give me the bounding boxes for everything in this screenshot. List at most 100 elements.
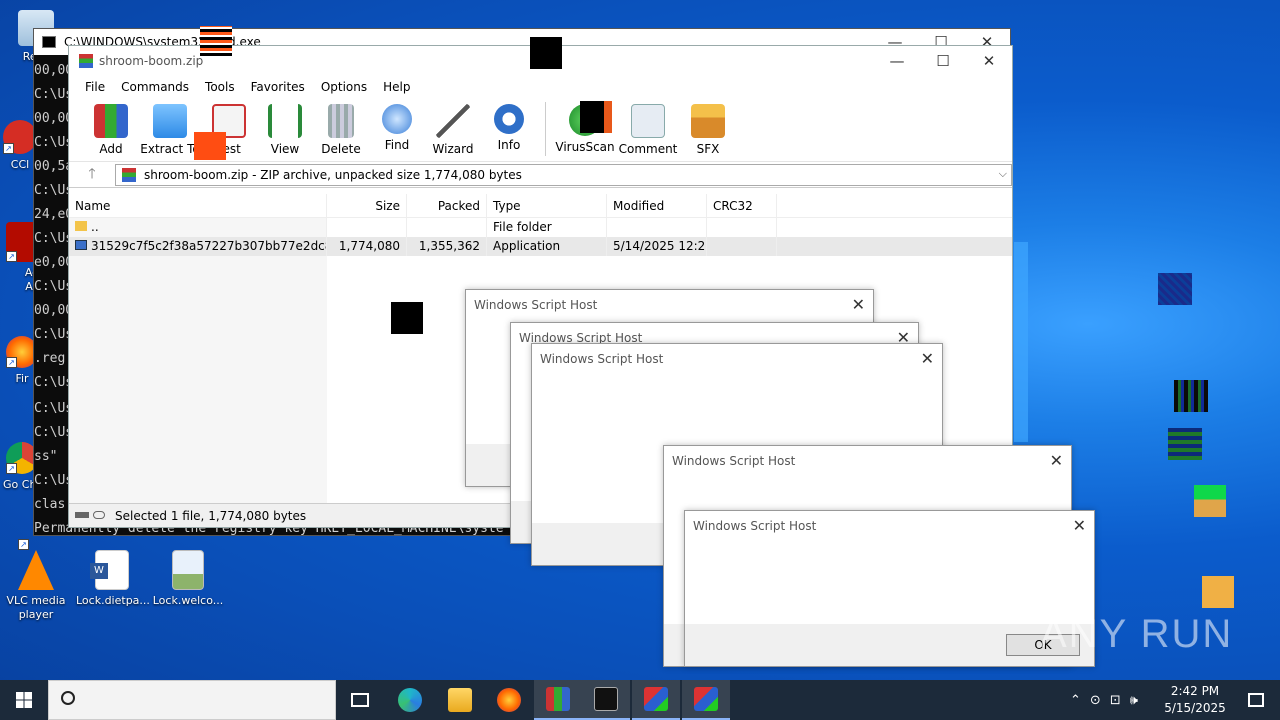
zip-icon xyxy=(122,167,136,182)
row-size: 1,774,080 xyxy=(327,237,407,256)
up-arrow-icon[interactable]: 🡑 xyxy=(69,163,115,187)
dialog-title: Windows Script Host xyxy=(672,454,796,468)
taskbar-file-explorer[interactable] xyxy=(436,680,484,720)
taskbar-cmd[interactable] xyxy=(582,680,630,720)
notifications-button[interactable] xyxy=(1232,680,1280,720)
add-archive-icon xyxy=(94,104,128,138)
network-icon[interactable]: ⊡ xyxy=(1110,693,1121,708)
taskbar-edge[interactable] xyxy=(386,680,434,720)
maximize-button[interactable]: ☐ xyxy=(920,46,966,76)
comment-bubble-icon xyxy=(631,104,665,138)
cmd-output-line: .reg xyxy=(34,351,66,366)
column-name[interactable]: Name xyxy=(69,194,327,217)
wallpaper-highlight xyxy=(1014,242,1028,442)
cmd-output-line: e0,00 xyxy=(34,255,68,270)
taskbar-script-host[interactable] xyxy=(632,680,680,720)
taskbar-firefox[interactable] xyxy=(485,680,533,720)
cmd-output-line: C:\Us xyxy=(34,87,68,102)
column-size[interactable]: Size xyxy=(327,194,407,217)
minimize-button[interactable]: — xyxy=(874,46,920,76)
sfx-box-icon xyxy=(691,104,725,138)
volume-icon[interactable]: 🕪 xyxy=(1130,693,1138,708)
column-crc32[interactable]: CRC32 xyxy=(707,194,777,217)
cmd-icon xyxy=(42,36,56,48)
comment-button[interactable]: Comment xyxy=(616,98,680,156)
winrar-window-controls: — ☐ ✕ xyxy=(874,46,1012,76)
view-button[interactable]: View xyxy=(257,98,313,156)
menu-favorites[interactable]: Favorites xyxy=(243,80,313,94)
info-button[interactable]: Info xyxy=(481,98,537,152)
desktop-icon-label: Lock.dietpa... xyxy=(76,594,150,607)
column-packed[interactable]: Packed xyxy=(407,194,487,217)
extract-to-label: Extract To xyxy=(140,142,200,156)
dialog-titlebar[interactable]: Windows Script Host ✕ xyxy=(685,511,1094,541)
row-crc xyxy=(707,237,777,256)
glitch-block xyxy=(1174,380,1208,412)
folder-icon xyxy=(448,688,472,712)
clock-time: 2:42 PM xyxy=(1170,684,1220,698)
row-modified: 5/14/2025 12:2... xyxy=(607,237,707,256)
chevron-up-icon[interactable]: ⌃ xyxy=(1070,693,1081,708)
wizard-button[interactable]: Wizard xyxy=(425,98,481,156)
close-icon[interactable]: ✕ xyxy=(921,344,934,374)
clock-date: 5/15/2025 xyxy=(1164,701,1226,715)
ccleaner-icon: ↗ xyxy=(3,120,37,154)
clock[interactable]: 2:42 PM 5/15/2025 xyxy=(1160,683,1230,717)
edge-icon xyxy=(398,688,422,712)
cmd-output-line: 00,5a xyxy=(34,159,68,174)
start-button[interactable] xyxy=(0,680,48,720)
search-box[interactable] xyxy=(48,680,336,720)
dialog-titlebar[interactable]: Windows Script Host ✕ xyxy=(466,290,873,320)
menu-file[interactable]: File xyxy=(77,80,113,94)
extract-to-button[interactable]: Extract To xyxy=(139,98,201,156)
sfx-button[interactable]: SFX xyxy=(680,98,736,156)
column-modified[interactable]: Modified xyxy=(607,194,707,217)
wizard-label: Wizard xyxy=(432,142,474,156)
menu-commands[interactable]: Commands xyxy=(113,80,197,94)
comment-label: Comment xyxy=(618,142,678,156)
winrar-menubar: File Commands Tools Favorites Options He… xyxy=(69,76,1012,98)
row-type: File folder xyxy=(487,218,607,237)
desktop-icon-image-file[interactable]: Lock.welco... xyxy=(152,550,224,608)
close-icon[interactable]: ✕ xyxy=(1073,511,1086,541)
close-icon[interactable]: ✕ xyxy=(1050,446,1063,476)
meet-now-icon[interactable]: ⊙ xyxy=(1090,693,1101,708)
desktop-icon-word-doc[interactable]: W Lock.dietpa... xyxy=(76,550,150,608)
find-button[interactable]: Find xyxy=(369,98,425,152)
folder-icon xyxy=(75,221,87,231)
toolbar-separator xyxy=(545,102,546,156)
desktop-icon-vlc[interactable]: ↗ VLC media player xyxy=(4,539,68,622)
dialog-titlebar[interactable]: Windows Script Host ✕ xyxy=(532,344,942,374)
cmd-output-line: C:\Us xyxy=(34,183,68,198)
taskbar-winrar[interactable] xyxy=(534,680,582,720)
delete-button[interactable]: Delete xyxy=(313,98,369,156)
add-button[interactable]: Add xyxy=(83,98,139,156)
table-row[interactable]: 31529c7f5c2f38a57227b307bb77e2dc86d28...… xyxy=(69,237,1012,256)
cmd-output-line: C:\Us xyxy=(34,135,68,150)
column-type[interactable]: Type xyxy=(487,194,607,217)
desktop-icon-label: VLC media player xyxy=(6,594,66,621)
file-list[interactable]: Name Size Packed Type Modified CRC32 .. … xyxy=(69,194,1012,256)
add-label: Add xyxy=(99,142,123,156)
image-file-icon xyxy=(172,550,204,590)
menu-options[interactable]: Options xyxy=(313,80,375,94)
dialog-titlebar[interactable]: Windows Script Host ✕ xyxy=(664,446,1071,476)
menu-help[interactable]: Help xyxy=(375,80,418,94)
task-view-button[interactable] xyxy=(336,680,384,720)
menu-tools[interactable]: Tools xyxy=(197,80,243,94)
cmd-output-line: 00,00 xyxy=(34,303,68,318)
dialog-title: Windows Script Host xyxy=(540,352,664,366)
sfx-label: SFX xyxy=(696,142,720,156)
glitch-block xyxy=(1194,485,1226,517)
shortcut-arrow-icon: ↗ xyxy=(18,539,29,550)
archive-path-field[interactable]: shroom-boom.zip - ZIP archive, unpacked … xyxy=(115,163,1012,186)
row-modified xyxy=(607,218,707,237)
table-row[interactable]: .. File folder xyxy=(69,218,1012,237)
desktop: { "desktop": { "icons": [ {"label": "Rec… xyxy=(0,0,1280,720)
script-host-dialog[interactable]: Windows Script Host ✕ OK xyxy=(684,510,1095,667)
close-button[interactable]: ✕ xyxy=(966,46,1012,76)
taskbar-script-host-2[interactable] xyxy=(682,680,730,720)
chevron-down-icon[interactable]: ⌵ xyxy=(999,167,1007,181)
anyrun-watermark: ANY RUN xyxy=(1040,612,1233,657)
close-icon[interactable]: ✕ xyxy=(852,290,865,320)
